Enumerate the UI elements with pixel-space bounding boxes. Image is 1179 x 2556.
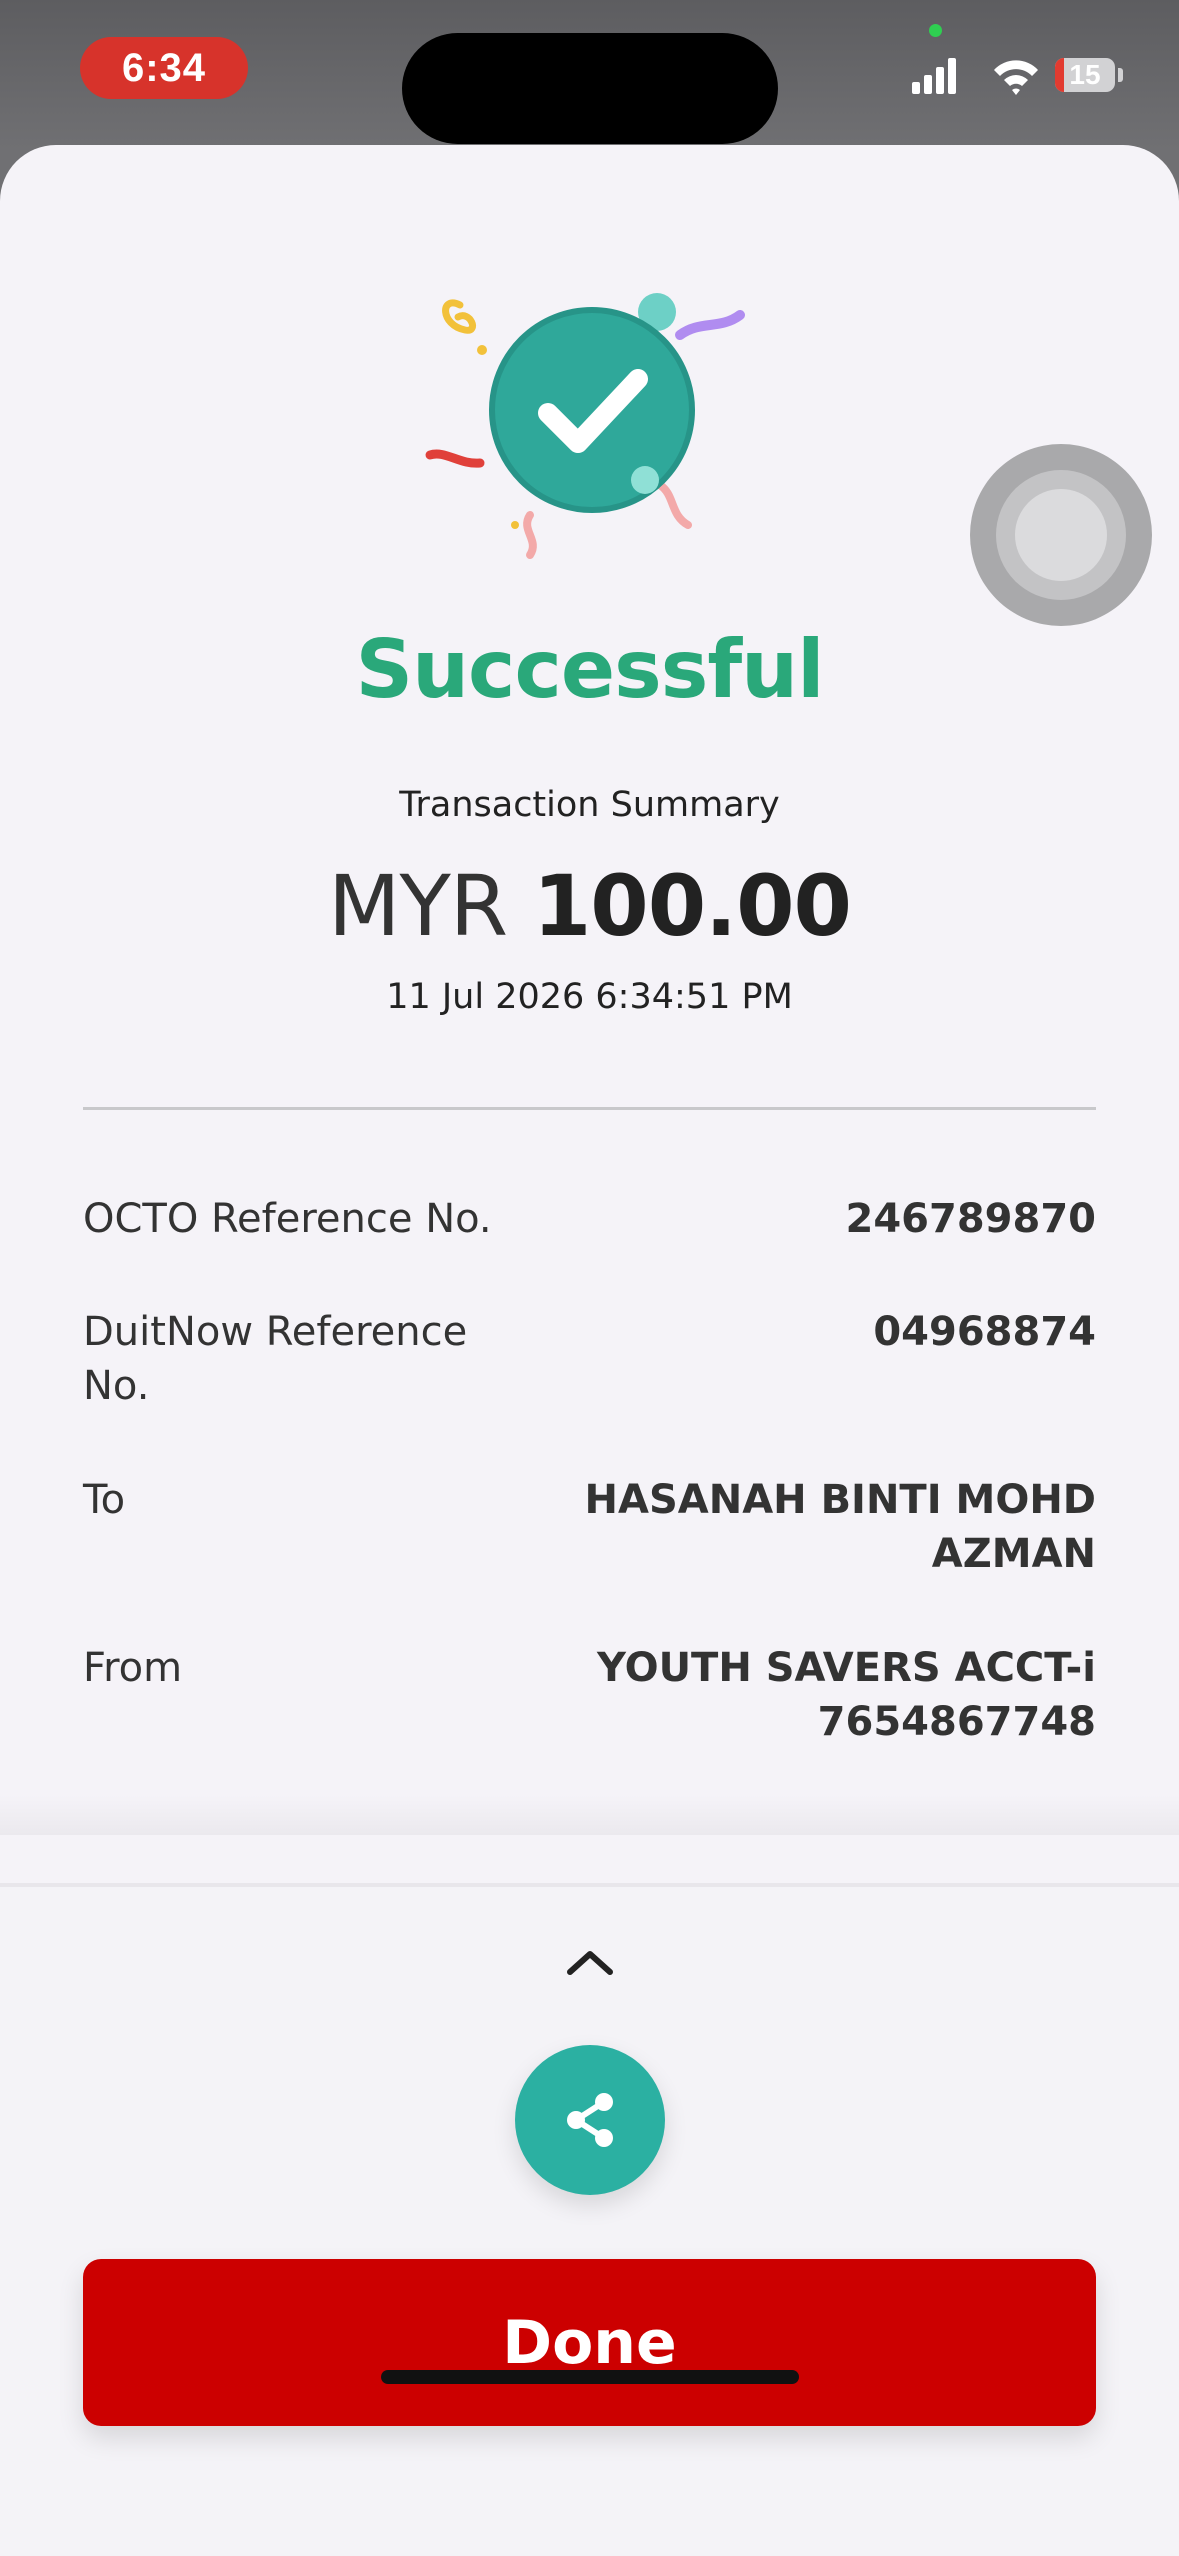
summary-label: Transaction Summary xyxy=(399,785,780,825)
assistive-touch-center xyxy=(1015,489,1107,581)
done-button[interactable]: Done xyxy=(83,2259,1096,2426)
transaction-datetime: 11 Jul 2026 6:34:51 PM xyxy=(386,977,793,1017)
detail-label: To xyxy=(83,1477,126,1523)
detail-label: DuitNow Reference No. xyxy=(83,1309,468,1409)
detail-label: OCTO Reference No. xyxy=(83,1196,492,1242)
action-panel xyxy=(0,1883,1179,2556)
chevron-up-icon[interactable] xyxy=(564,1947,616,1977)
checkmark-celebration-icon xyxy=(425,293,745,559)
camera-indicator-dot xyxy=(929,24,942,37)
detail-value: YOUTH SAVERS ACCT-i 7654867748 xyxy=(597,1645,1096,1745)
detail-label: From xyxy=(83,1645,183,1691)
cellular-signal-icon xyxy=(912,58,956,94)
battery-cap xyxy=(1118,68,1123,82)
detail-value: 04968874 xyxy=(873,1309,1096,1355)
status-title: Successful xyxy=(355,623,824,716)
amount: MYR 100.00 xyxy=(0,857,1179,955)
receipt-bottom-edge xyxy=(0,1795,1179,1835)
home-indicator[interactable] xyxy=(381,2370,799,2384)
battery-icon: 15 xyxy=(1055,58,1115,92)
screen: 6:34 15 Successful Transaction Summary M… xyxy=(0,0,1179,2556)
dynamic-island xyxy=(402,33,778,144)
assistive-touch-button[interactable] xyxy=(970,444,1152,626)
amount-value: 100.00 xyxy=(532,857,852,955)
detail-value: 246789870 xyxy=(845,1196,1097,1242)
wifi-icon xyxy=(994,60,1038,95)
status-time: 6:34 xyxy=(80,37,248,99)
divider xyxy=(83,1107,1096,1110)
battery-level: 15 xyxy=(1069,59,1101,90)
share-icon xyxy=(567,2093,613,2147)
share-button[interactable] xyxy=(515,2045,665,2195)
detail-value: HASANAH BINTI MOHD AZMAN xyxy=(584,1477,1096,1577)
amount-currency: MYR xyxy=(327,857,508,955)
